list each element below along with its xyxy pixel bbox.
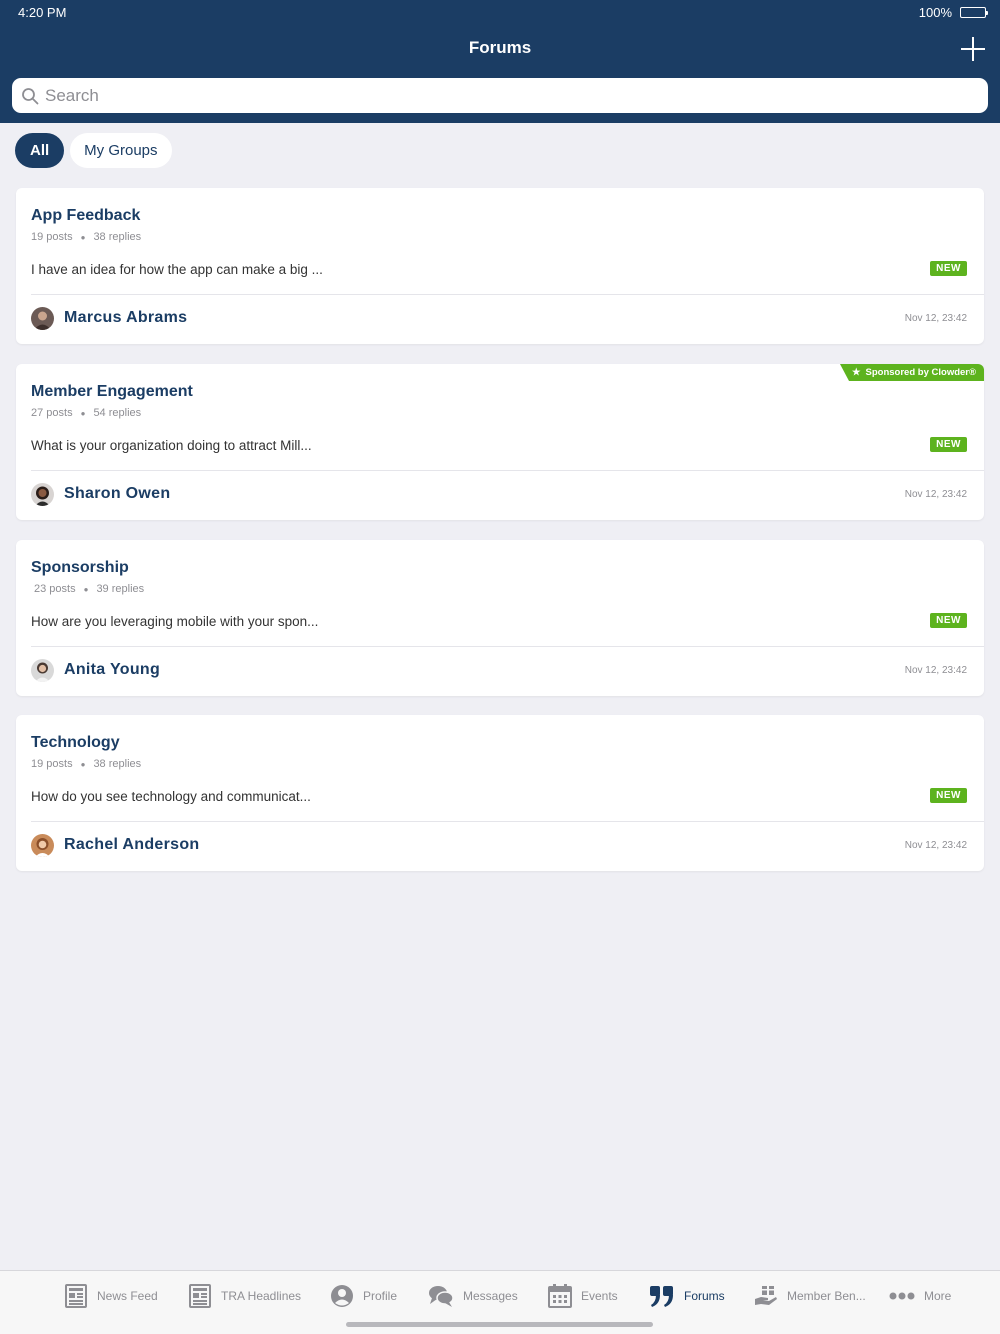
timestamp: Nov 12, 23:42 xyxy=(904,665,967,676)
forum-title: Technology xyxy=(31,734,120,751)
post-preview: How do you see technology and communicat… xyxy=(31,789,311,804)
tab-label: News Feed xyxy=(97,1289,158,1303)
battery-percent: 100% xyxy=(918,5,952,20)
filter-my-groups-pill[interactable]: My Groups xyxy=(70,133,172,168)
new-badge: NEW xyxy=(930,261,967,276)
divider xyxy=(31,470,984,471)
divider xyxy=(31,294,984,295)
divider xyxy=(31,646,984,647)
forum-title: Member Engagement xyxy=(31,383,193,400)
new-badge: NEW xyxy=(930,613,967,628)
separator-dot: ● xyxy=(80,759,86,769)
reply-count: 38 replies xyxy=(93,758,142,770)
battery-icon xyxy=(960,7,988,18)
tab-label: Forums xyxy=(684,1289,725,1303)
forum-card[interactable]: Sponsorship 23 posts ● 39 replies How ar… xyxy=(16,540,984,696)
profile-icon xyxy=(331,1285,353,1307)
status-battery: 100% xyxy=(918,5,988,20)
forum-stats: 23 posts ● 39 replies xyxy=(34,583,144,595)
newspaper-icon xyxy=(65,1284,87,1308)
tab-events[interactable]: Events xyxy=(548,1283,618,1309)
search-bar[interactable] xyxy=(12,78,988,113)
page-title: Forums xyxy=(468,38,532,57)
tab-label: Member Ben... xyxy=(787,1289,866,1303)
add-post-button[interactable] xyxy=(960,36,986,62)
search-icon xyxy=(22,87,39,104)
newspaper-icon xyxy=(189,1284,211,1308)
sponsor-label: Sponsored by Clowder® xyxy=(865,367,976,378)
forum-card[interactable]: Technology 19 posts ● 38 replies How do … xyxy=(16,715,984,871)
forum-card[interactable]: App Feedback 19 posts ● 38 replies I hav… xyxy=(16,188,984,344)
author-name[interactable]: Sharon Owen xyxy=(64,485,170,503)
avatar[interactable] xyxy=(31,659,54,682)
tab-more[interactable]: More xyxy=(889,1283,951,1309)
avatar[interactable] xyxy=(31,307,54,330)
forum-stats: 19 posts ● 38 replies xyxy=(31,231,141,243)
ellipsis-icon xyxy=(889,1292,915,1300)
tab-news-feed[interactable]: News Feed xyxy=(64,1283,158,1309)
chat-bubbles-icon xyxy=(429,1286,454,1307)
tab-bar: News Feed TRA Headlines Profile Messages xyxy=(0,1270,1000,1334)
filter-segment: All My Groups xyxy=(15,133,172,168)
calendar-icon xyxy=(548,1284,572,1308)
forum-stats: 27 posts ● 54 replies xyxy=(31,407,141,419)
avatar[interactable] xyxy=(31,834,54,857)
new-badge: NEW xyxy=(930,788,967,803)
separator-dot: ● xyxy=(80,232,86,242)
timestamp: Nov 12, 23:42 xyxy=(904,489,967,500)
search-input[interactable] xyxy=(45,85,945,106)
post-count: 23 posts xyxy=(34,583,76,595)
timestamp: Nov 12, 23:42 xyxy=(904,313,967,324)
reply-count: 38 replies xyxy=(93,231,142,243)
author-name[interactable]: Marcus Abrams xyxy=(64,309,187,327)
tab-forums[interactable]: Forums xyxy=(649,1283,725,1309)
forum-title: Sponsorship xyxy=(31,559,129,576)
tab-profile[interactable]: Profile xyxy=(330,1283,397,1309)
avatar[interactable] xyxy=(31,483,54,506)
tab-label: More xyxy=(924,1289,952,1303)
author-name[interactable]: Rachel Anderson xyxy=(64,836,200,854)
tab-member-benefits[interactable]: Member Ben... xyxy=(754,1283,866,1309)
post-preview: How are you leveraging mobile with your … xyxy=(31,614,319,629)
reply-count: 39 replies xyxy=(96,583,145,595)
tab-label: Messages xyxy=(463,1289,518,1303)
forum-card[interactable]: ★ Sponsored by Clowder® Member Engagemen… xyxy=(16,364,984,520)
sponsor-tag[interactable]: ★ Sponsored by Clowder® xyxy=(840,364,984,381)
tab-tra-headlines[interactable]: TRA Headlines xyxy=(188,1283,301,1309)
reply-count: 54 replies xyxy=(93,407,142,419)
separator-dot: ● xyxy=(83,584,89,594)
post-preview: I have an idea for how the app can make … xyxy=(31,262,323,277)
hand-gift-icon xyxy=(755,1286,777,1305)
divider xyxy=(31,821,984,822)
forum-title: App Feedback xyxy=(31,207,141,224)
new-badge: NEW xyxy=(930,437,967,452)
forum-stats: 19 posts ● 38 replies xyxy=(31,758,141,770)
quote-icon xyxy=(650,1286,673,1307)
timestamp: Nov 12, 23:42 xyxy=(904,840,967,851)
author-name[interactable]: Anita Young xyxy=(64,661,160,679)
tab-label: Profile xyxy=(363,1289,398,1303)
nav-header: 4:20 PM 100% Forums xyxy=(0,0,1000,123)
star-icon: ★ xyxy=(852,367,861,378)
home-indicator xyxy=(346,1322,653,1327)
filter-all-pill[interactable]: All xyxy=(15,133,65,168)
post-count: 19 posts xyxy=(31,758,73,770)
post-count: 27 posts xyxy=(31,407,73,419)
post-count: 19 posts xyxy=(31,231,73,243)
separator-dot: ● xyxy=(80,408,86,418)
tab-label: Events xyxy=(581,1289,618,1303)
tab-messages[interactable]: Messages xyxy=(428,1283,518,1309)
status-time: 4:20 PM xyxy=(18,5,67,20)
post-preview: What is your organization doing to attra… xyxy=(31,438,312,453)
tab-label: TRA Headlines xyxy=(221,1289,302,1303)
